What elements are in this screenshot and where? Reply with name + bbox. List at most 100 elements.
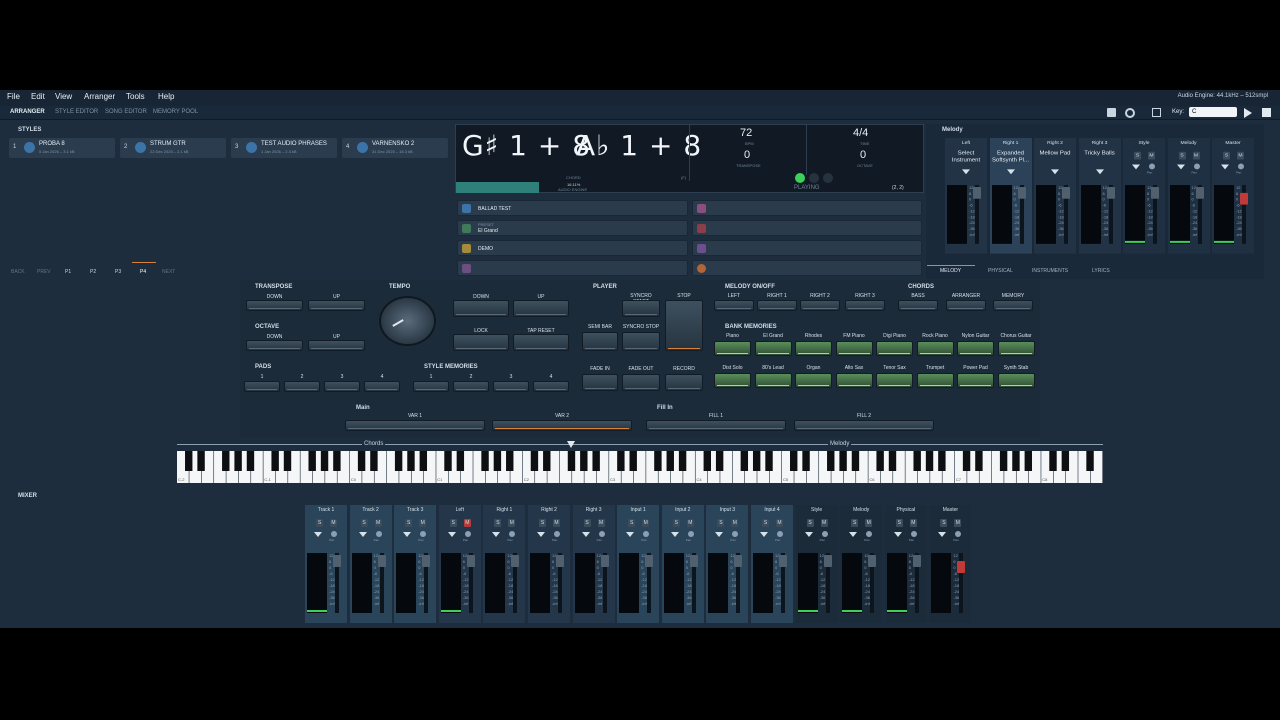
fader-handle[interactable] [556,555,564,567]
black-key[interactable] [802,451,810,471]
solo-button[interactable]: S [449,519,457,527]
black-key[interactable] [246,451,255,471]
black-key[interactable] [456,451,465,471]
tap-reset-button[interactable] [513,334,569,351]
pan-knob[interactable] [732,531,739,537]
transpose-up-button[interactable] [308,300,365,311]
solo-button[interactable]: S [405,519,413,527]
syncro-start-button[interactable] [622,300,660,317]
style-slot-4[interactable]: 4 VARNENSKO 2 31 Dec 2025 – 18.3 kB [342,138,448,158]
solo-button[interactable]: S [1134,151,1141,160]
black-key[interactable] [394,451,403,471]
fader-handle[interactable] [689,555,698,567]
fader-handle[interactable] [1195,187,1204,199]
pad-3-button[interactable] [324,381,360,392]
dropdown-icon[interactable] [804,532,813,537]
bank-memory-button[interactable] [795,373,832,388]
pan-knob[interactable] [598,531,605,537]
registration-slot-3[interactable]: DEMO [457,240,688,256]
instrument-name[interactable]: Expanded Softsynth Pl... [992,151,1030,165]
solo-button[interactable]: S [806,519,814,527]
black-key[interactable] [407,451,415,471]
black-key[interactable] [913,451,921,471]
pan-knob[interactable] [1149,163,1155,170]
style-slot-3[interactable]: 3 TEST AUDIO PHRASES 1 Jan 2026 – 2.3 kB [231,138,337,158]
registration-slot-4[interactable] [457,260,688,276]
dropdown-icon[interactable] [893,532,902,537]
solo-button[interactable]: S [539,519,546,527]
black-key[interactable] [888,451,897,471]
black-key[interactable] [333,451,341,471]
tempo-lock-button[interactable] [453,334,509,351]
dropdown-icon[interactable] [938,532,947,537]
bank-memory-button[interactable] [714,341,751,356]
black-key[interactable] [1086,451,1094,471]
tab-instruments[interactable]: INSTRUMENTS [1032,268,1068,274]
melody-right2-toggle[interactable] [800,300,840,311]
bank-memory-button[interactable] [957,373,994,388]
split-point-marker[interactable] [567,441,575,448]
fill-2-button[interactable] [794,420,934,431]
bank-memory-button[interactable] [754,373,792,388]
tab-physical[interactable]: PHYSICAL [988,268,1013,274]
dropdown-icon[interactable] [1132,164,1140,170]
fader-handle[interactable] [823,555,832,567]
chords-arranger-toggle[interactable] [946,300,986,311]
bank-memory-button[interactable] [916,341,954,356]
settings-icon[interactable] [1125,108,1135,118]
black-key[interactable] [1049,451,1057,471]
mute-button[interactable]: M [820,519,828,527]
instrument-name[interactable]: Tricky Balls [1081,151,1119,158]
black-key[interactable] [357,451,366,471]
chords-bass-toggle[interactable] [898,300,938,311]
black-key[interactable] [185,451,193,471]
black-key[interactable] [481,451,489,471]
mute-button[interactable]: M [330,519,337,527]
bank-memory-button[interactable] [957,341,994,356]
instrument-name[interactable]: Mellow Pad [1036,151,1074,158]
fader-handle[interactable] [868,555,877,567]
fader-handle[interactable] [645,555,654,567]
mute-button[interactable]: M [1237,151,1244,160]
key-select[interactable]: C [1189,107,1237,117]
pad-2-button[interactable] [284,381,320,392]
dropdown-icon[interactable] [1221,164,1229,170]
solo-button[interactable]: S [1223,151,1230,160]
black-key[interactable] [827,451,835,471]
bank-memory-button[interactable] [997,373,1035,388]
registration-slot-5[interactable] [692,200,922,216]
tab-arranger[interactable]: ARRANGER [10,109,45,115]
solo-button[interactable]: S [316,519,323,527]
solo-button[interactable]: S [672,519,680,527]
black-key[interactable] [543,451,551,471]
save-icon[interactable] [1107,108,1116,117]
tempo-down-button[interactable] [453,300,509,317]
melody-right3-toggle[interactable] [845,300,885,311]
mute-button[interactable]: M [686,519,694,527]
dropdown-icon[interactable] [1176,164,1185,170]
black-key[interactable] [506,451,514,471]
pan-knob[interactable] [866,531,873,537]
registration-slot-7[interactable] [692,240,922,256]
dropdown-icon[interactable] [492,532,501,537]
pan-knob[interactable] [955,531,962,537]
mute-button[interactable]: M [865,519,873,527]
dropdown-icon[interactable] [581,532,590,537]
octave-down-button[interactable] [246,340,303,351]
black-key[interactable] [752,451,761,471]
fader-handle[interactable] [912,555,921,567]
bank-memory-button[interactable] [835,373,873,388]
black-key[interactable] [962,451,971,471]
black-key[interactable] [197,451,205,471]
var-1-button[interactable] [345,420,485,431]
menu-help[interactable]: Help [158,92,174,101]
mute-button[interactable]: M [419,519,427,527]
fader-handle[interactable] [600,555,609,567]
chords-memory-toggle[interactable] [993,300,1033,311]
solo-button[interactable]: S [360,519,368,527]
style-memory-1-button[interactable] [413,381,449,392]
pan-knob[interactable] [910,531,917,537]
stop-button[interactable] [665,300,703,351]
fader-handle[interactable] [511,555,520,567]
bank-memory-button[interactable] [714,373,751,388]
